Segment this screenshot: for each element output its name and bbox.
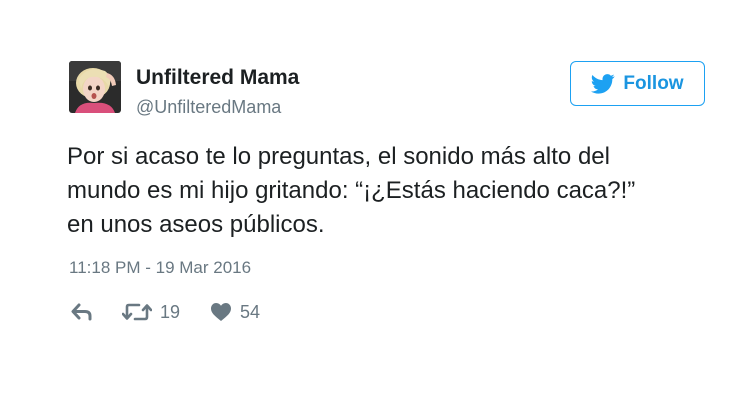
tweet-text-line: en unos aseos públicos. (67, 211, 325, 238)
tweet-text-line: mundo es mi hijo gritando: “¡¿Estás haci… (67, 177, 636, 204)
retweet-icon (122, 302, 152, 322)
avatar-image (69, 61, 121, 113)
retweet-button[interactable]: 19 (122, 298, 180, 326)
tweet-text: Por si acaso te lo preguntas, el sonido … (67, 140, 727, 242)
twitter-bird-icon (591, 73, 616, 94)
heart-icon (210, 302, 232, 322)
reply-icon (70, 302, 94, 322)
follow-button[interactable]: Follow (570, 61, 705, 106)
reply-button[interactable] (70, 298, 94, 326)
author-display-name[interactable]: Unfiltered Mama (136, 66, 299, 90)
tweet-text-line: Por si acaso te lo preguntas, el sonido … (67, 143, 610, 170)
tweet-card: Unfiltered Mama @UnfilteredMama Follow P… (0, 0, 750, 400)
like-button[interactable]: 54 (210, 298, 260, 326)
like-count: 54 (240, 301, 261, 322)
tweet-timestamp[interactable]: 11:18 PM - 19 Mar 2016 (69, 258, 251, 278)
follow-button-label: Follow (623, 72, 684, 94)
author-handle[interactable]: @UnfilteredMama (136, 97, 281, 118)
avatar[interactable] (69, 61, 121, 113)
retweet-count: 19 (160, 301, 181, 322)
